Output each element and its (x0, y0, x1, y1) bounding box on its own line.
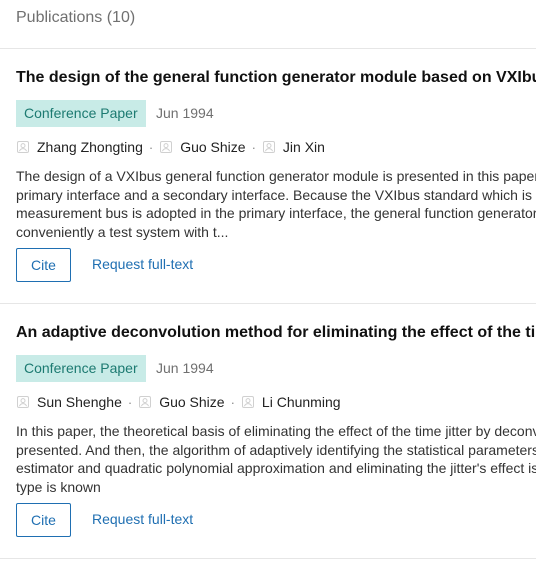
author-link[interactable]: Li Chunming (241, 394, 341, 410)
abstract-line: primary interface and a secondary interf… (16, 186, 532, 203)
publication-title[interactable]: An adaptive deconvolution method for eli… (16, 324, 536, 342)
author-avatar-icon (16, 140, 30, 154)
publication-date: Jun 1994 (156, 360, 214, 376)
author-list: Sun Shenghe · Guo Shize · Li Chunming (16, 393, 341, 411)
author-name: Guo Shize (159, 394, 225, 410)
author-link[interactable]: Jin Xin (262, 139, 325, 155)
author-separator: · (127, 394, 133, 410)
author-avatar-icon (159, 140, 173, 154)
author-name: Guo Shize (180, 139, 246, 155)
request-fulltext-link[interactable]: Request full-text (92, 511, 193, 527)
author-avatar-icon (138, 395, 152, 409)
publication-item: An adaptive deconvolution method for eli… (0, 304, 536, 559)
publication-item: The design of the general function gener… (0, 49, 536, 304)
author-link[interactable]: Zhang Zhongting (16, 139, 143, 155)
abstract-line: conveniently a test system with t... (16, 223, 229, 240)
cite-button[interactable]: Cite (16, 503, 71, 537)
publication-type-badge: Conference Paper (16, 100, 146, 127)
abstract-line: presented. And then, the algorithm of ad… (16, 441, 536, 458)
author-separator: · (230, 394, 235, 410)
author-name: Li Chunming (261, 394, 341, 410)
publications-header: Publications (10) (0, 0, 536, 49)
author-separator: · (251, 139, 256, 155)
abstract-line: The design of a VXIbus general function … (16, 168, 536, 184)
abstract-line: In this paper, the theoretical basis of … (16, 423, 536, 439)
publication-date: Jun 1994 (156, 105, 214, 121)
request-fulltext-link[interactable]: Request full-text (92, 256, 193, 272)
author-avatar-icon (16, 395, 30, 409)
author-avatar-icon (241, 395, 255, 409)
publication-abstract: The design of a VXIbus general function … (16, 167, 536, 241)
author-avatar-icon (262, 140, 276, 154)
author-separator: · (148, 139, 154, 155)
author-list: Zhang Zhongting · Guo Shize · Jin Xin (16, 138, 325, 156)
author-link[interactable]: Guo Shize (159, 139, 246, 155)
abstract-line: estimator and quadratic polynomial appro… (16, 460, 536, 476)
abstract-line: type is known (16, 478, 101, 495)
author-link[interactable]: Guo Shize (138, 394, 225, 410)
author-link[interactable]: Sun Shenghe (16, 394, 122, 410)
publications-count-title: Publications (10) (16, 9, 136, 26)
publication-title[interactable]: The design of the general function gener… (16, 69, 536, 87)
abstract-line: measurement bus is adopted in the primar… (16, 205, 536, 221)
author-name: Zhang Zhongting (37, 139, 143, 155)
author-name: Sun Shenghe (37, 394, 122, 410)
author-name: Jin Xin (282, 139, 325, 155)
publication-type-badge: Conference Paper (16, 355, 146, 382)
cite-button[interactable]: Cite (16, 248, 71, 282)
publication-abstract: In this paper, the theoretical basis of … (16, 422, 536, 496)
